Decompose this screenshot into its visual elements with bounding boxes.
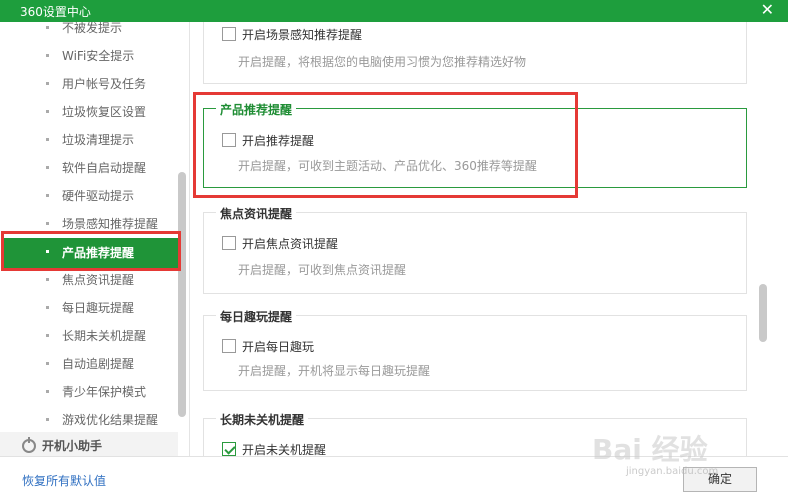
group-title: 产品推荐提醒 — [216, 101, 297, 118]
group-title: 长期未关机提醒 — [216, 411, 309, 428]
group-product-recommend: 产品推荐提醒 开启推荐提醒 开启提醒，可收到主题活动、产品优化、360推荐等提醒 — [203, 101, 747, 188]
sidebar-section-label: 开机小助手 — [42, 439, 103, 453]
settings-panel: 开启场景感知推荐提醒 开启提醒，将根据您的电脑使用习惯为您推荐精选好物 产品推荐… — [191, 22, 788, 456]
sidebar-item-label: 软件自启动提醒 — [62, 161, 147, 175]
sidebar-item-label: 青少年保护模式 — [62, 385, 147, 399]
sidebar-item-label: 每日趣玩提醒 — [62, 301, 135, 315]
sidebar-item-scene-recommend[interactable]: 场景感知推荐提醒 — [0, 210, 178, 238]
sidebar-item-label: 场景感知推荐提醒 — [62, 217, 159, 231]
sidebar-item-auto-drama[interactable]: 自动追剧提醒 — [0, 350, 178, 378]
focus-news-checkbox[interactable] — [222, 236, 236, 250]
sidebar-item-user-account[interactable]: 用户帐号及任务 — [0, 70, 178, 98]
sidebar-item-wifi[interactable]: WiFi安全提示 — [0, 42, 178, 70]
bullet-icon — [46, 250, 49, 253]
bullet-icon — [46, 110, 49, 113]
sidebar-item-youth-mode[interactable]: 青少年保护模式 — [0, 378, 178, 406]
sidebar-item-label: 产品推荐提醒 — [62, 246, 135, 260]
long-uptime-checkbox[interactable] — [222, 442, 236, 456]
checkbox-label[interactable]: 开启未关机提醒 — [242, 441, 326, 456]
group-description: 开启提醒，开机将显示每日趣玩提醒 — [238, 364, 431, 378]
sidebar-item-label: 游戏优化结果提醒 — [62, 413, 159, 427]
group-scene-recommend: 开启场景感知推荐提醒 开启提醒，将根据您的电脑使用习惯为您推荐精选好物 — [203, 22, 747, 84]
content-scrollbar[interactable] — [759, 284, 767, 342]
sidebar-item-label: WiFi安全提示 — [62, 49, 135, 63]
sidebar-item-unfamiliar-hint[interactable]: 不被发提示 — [0, 22, 178, 42]
checkbox-label[interactable]: 开启焦点资讯提醒 — [242, 235, 338, 252]
bullet-icon — [46, 54, 49, 57]
sidebar-item-long-uptime[interactable]: 长期未关机提醒 — [0, 322, 178, 350]
sidebar-item-trash-restore[interactable]: 垃圾恢复区设置 — [0, 98, 178, 126]
sidebar-item-label: 用户帐号及任务 — [62, 77, 147, 91]
bullet-icon — [46, 390, 49, 393]
checkbox-label[interactable]: 开启场景感知推荐提醒 — [242, 26, 362, 43]
sidebar-item-label: 垃圾恢复区设置 — [62, 105, 147, 119]
sidebar-item-product-recommend[interactable]: 产品推荐提醒 — [4, 238, 178, 268]
group-description: 开启提醒，将根据您的电脑使用习惯为您推荐精选好物 — [238, 55, 527, 69]
bullet-icon — [46, 82, 49, 85]
sidebar-item-driver[interactable]: 硬件驱动提示 — [0, 182, 178, 210]
sidebar-scrollbar[interactable] — [178, 172, 186, 417]
group-focus-news: 焦点资讯提醒 开启焦点资讯提醒 开启提醒，可收到焦点资讯提醒 — [203, 205, 747, 294]
sidebar-item-label: 硬件驱动提示 — [62, 189, 135, 203]
group-description: 开启提醒，可收到焦点资讯提醒 — [238, 263, 407, 277]
bullet-icon — [46, 362, 49, 365]
sidebar-item-label: 不被发提示 — [62, 22, 123, 35]
window-title: 360设置中心 — [20, 5, 91, 19]
group-description: 开启提醒，可收到主题活动、产品优化、360推荐等提醒 — [238, 159, 537, 173]
sidebar: 不被发提示 WiFi安全提示 用户帐号及任务 垃圾恢复区设置 垃圾清理提示 软件… — [0, 22, 190, 456]
scene-recommend-checkbox[interactable] — [222, 27, 236, 41]
sidebar-section-boot-assistant[interactable]: 开机小助手 — [0, 432, 178, 456]
daily-fun-checkbox[interactable] — [222, 339, 236, 353]
checkbox-label[interactable]: 开启每日趣玩 — [242, 338, 314, 355]
sidebar-item-trash-clean[interactable]: 垃圾清理提示 — [0, 126, 178, 154]
sidebar-item-label: 长期未关机提醒 — [62, 329, 147, 343]
bullet-icon — [46, 166, 49, 169]
title-bar: 360设置中心 ✕ — [0, 0, 788, 22]
watermark-url: jingyan.baidu.com — [626, 466, 719, 477]
sidebar-item-label: 垃圾清理提示 — [62, 133, 135, 147]
bullet-icon — [46, 194, 49, 197]
sidebar-item-daily-fun[interactable]: 每日趣玩提醒 — [0, 294, 178, 322]
sidebar-item-focus-news[interactable]: 焦点资讯提醒 — [0, 266, 178, 294]
checkbox-label[interactable]: 开启推荐提醒 — [242, 132, 314, 149]
power-icon — [22, 437, 36, 453]
sidebar-item-autostart[interactable]: 软件自启动提醒 — [0, 154, 178, 182]
bullet-icon — [46, 418, 49, 421]
bullet-icon — [46, 278, 49, 281]
bullet-icon — [46, 138, 49, 141]
product-recommend-checkbox[interactable] — [222, 133, 236, 147]
bullet-icon — [46, 26, 49, 29]
restore-defaults-link[interactable]: 恢复所有默认值 — [22, 472, 106, 489]
group-title: 每日趣玩提醒 — [216, 308, 297, 325]
group-title: 焦点资讯提醒 — [216, 205, 297, 222]
group-daily-fun: 每日趣玩提醒 开启每日趣玩 开启提醒，开机将显示每日趣玩提醒 — [203, 308, 747, 391]
sidebar-item-game-optimize[interactable]: 游戏优化结果提醒 — [0, 406, 178, 434]
bullet-icon — [46, 334, 49, 337]
watermark-logo: Bai 经验 — [592, 433, 708, 466]
close-icon[interactable]: ✕ — [761, 1, 774, 19]
sidebar-item-label: 自动追剧提醒 — [62, 357, 135, 371]
bullet-icon — [46, 306, 49, 309]
sidebar-item-label: 焦点资讯提醒 — [62, 273, 135, 287]
bullet-icon — [46, 222, 49, 225]
